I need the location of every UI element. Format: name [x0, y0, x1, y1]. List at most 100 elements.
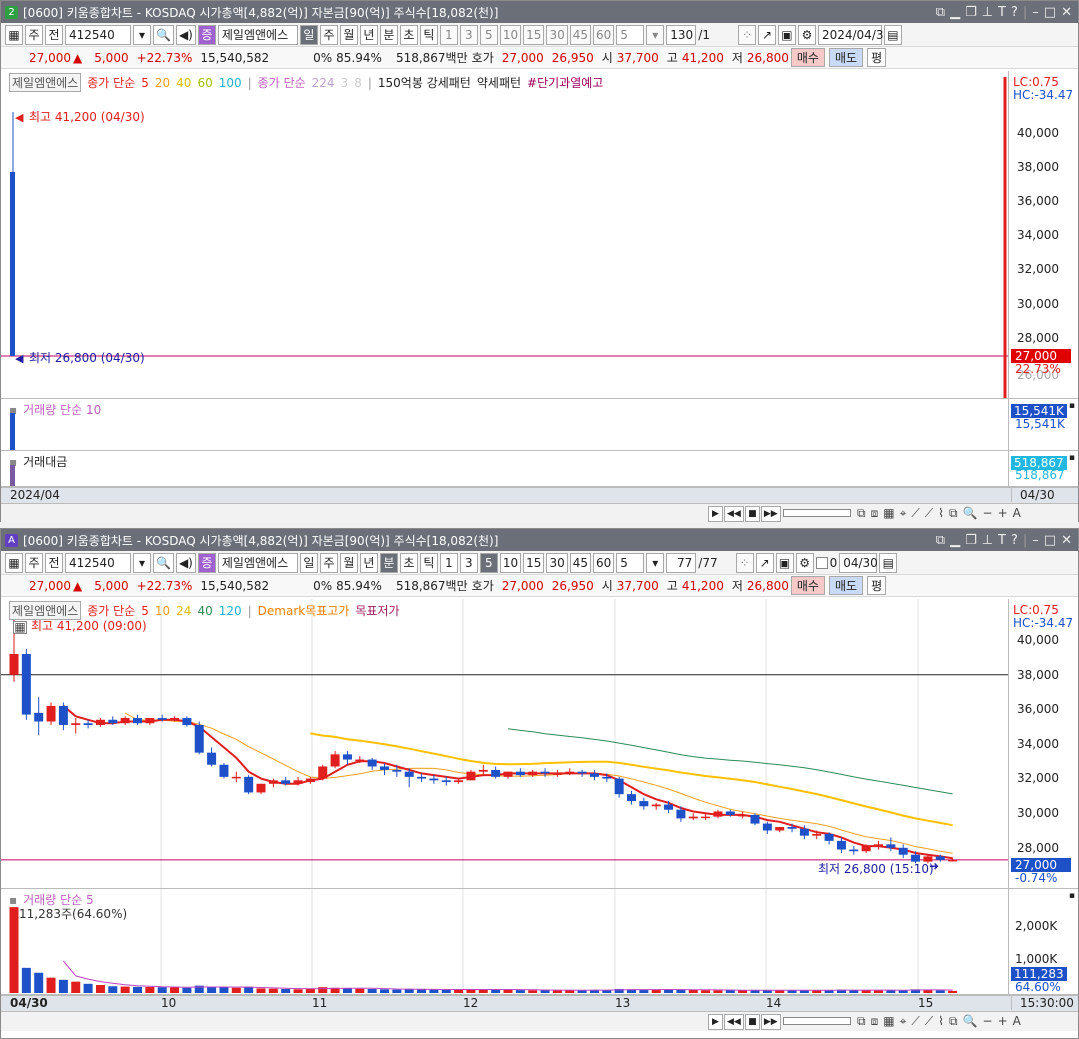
interval-10[interactable]: 10	[499, 24, 522, 45]
interval-5[interactable]: 5	[479, 24, 498, 45]
pin-icon[interactable]: ⊥	[982, 5, 993, 20]
layout-icon[interactable]: ⧉	[857, 506, 866, 521]
search-icon[interactable]: 🔍	[153, 552, 174, 573]
period-minute[interactable]: 분	[379, 24, 398, 45]
grid-icon[interactable]: ▦	[883, 1014, 894, 1029]
close-icon[interactable]: ▪	[1069, 401, 1075, 411]
interval-1[interactable]: 1	[439, 24, 458, 45]
interval-45[interactable]: 45	[569, 24, 591, 45]
interval-15[interactable]: 15	[523, 24, 545, 45]
zoom-icon[interactable]: 🔍	[963, 506, 978, 521]
speaker-icon[interactable]: ◀)	[175, 552, 196, 573]
crosshair-icon[interactable]: ⌖	[900, 506, 907, 521]
help-icon[interactable]: ?	[1011, 533, 1018, 548]
interval-45[interactable]: 45	[569, 552, 591, 573]
bar-count-input[interactable]: 130	[666, 24, 697, 45]
buy-button[interactable]: 매수	[790, 576, 825, 595]
scroll-right-icon[interactable]: ▶	[708, 505, 723, 522]
draw-icon[interactable]: ↗	[755, 552, 774, 573]
link-icon[interactable]: ⧉	[936, 5, 945, 20]
chevron-down-icon[interactable]: ▾	[646, 552, 665, 573]
line-tool-icon[interactable]: ⌇	[938, 506, 944, 521]
close-icon[interactable]: ✕	[1061, 5, 1072, 20]
window-titlebar[interactable]: A [0600] 키움종합차트 - KOSDAQ 시가총액[4,882(억)] …	[1, 529, 1078, 551]
layout-icon[interactable]: ⧉	[857, 1014, 866, 1029]
auto-icon[interactable]: A	[1013, 506, 1021, 521]
grid-icon[interactable]: ▦	[883, 506, 894, 521]
scroll-end-icon[interactable]: ▶▶	[760, 505, 781, 522]
minimize-group-icon[interactable]: ▁	[950, 5, 960, 20]
trend-icon[interactable]: ⟋	[911, 506, 919, 521]
interval-15[interactable]: 15	[523, 552, 545, 573]
maximize-icon[interactable]: □	[1044, 5, 1056, 20]
calendar-icon[interactable]: ▤	[883, 24, 902, 45]
interval-30[interactable]: 30	[546, 24, 568, 45]
stock-code-input[interactable]: 412540	[65, 24, 131, 45]
speaker-icon[interactable]: ◀)	[175, 24, 196, 45]
trend-icon[interactable]: ⟋	[925, 1014, 933, 1029]
interval-60[interactable]: 60	[593, 24, 615, 45]
font-icon[interactable]: T	[998, 5, 1006, 20]
period-year[interactable]: 년	[359, 552, 378, 573]
compare-icon[interactable]: ⁘	[737, 24, 756, 45]
period-tick[interactable]: 틱	[419, 24, 438, 45]
interval-60[interactable]: 60	[593, 552, 615, 573]
calendar-icon[interactable]: ▤	[879, 552, 898, 573]
sell-button[interactable]: 매도	[828, 576, 864, 595]
zoom-slider[interactable]	[783, 1017, 851, 1025]
price-axis[interactable]: LC:0.75 HC:-34.47 40,000 38,000 36,000 3…	[1008, 599, 1078, 888]
cascade-icon[interactable]: ❐	[965, 533, 977, 548]
period-day[interactable]: 일	[299, 24, 318, 45]
period-month[interactable]: 월	[339, 24, 358, 45]
save-icon[interactable]: ▣	[775, 552, 794, 573]
layout-icon[interactable]: ⧈	[871, 506, 879, 521]
flat-button[interactable]: 평	[867, 576, 887, 595]
pin-icon[interactable]: ⊥	[982, 533, 993, 548]
all-button[interactable]: 전	[45, 552, 63, 573]
zoom-icon[interactable]: 🔍	[963, 1014, 978, 1029]
amount-panel[interactable]: ▪ 거래대금 518,867 518,867 ▪	[1, 451, 1078, 487]
buy-button[interactable]: 매수	[790, 48, 825, 67]
flat-button[interactable]: 평	[867, 48, 887, 67]
draw-icon[interactable]: ↗	[757, 24, 776, 45]
stop-icon[interactable]: ■	[744, 1013, 760, 1030]
close-icon[interactable]: ▪	[1069, 453, 1075, 463]
copy-icon[interactable]: ⧉	[949, 1014, 958, 1029]
chevron-down-icon[interactable]: ▾	[133, 552, 151, 573]
zoom-in-icon[interactable]: +	[998, 506, 1008, 521]
date-checkbox[interactable]	[815, 556, 828, 569]
search-icon[interactable]: 🔍	[153, 24, 174, 45]
period-second[interactable]: 초	[399, 552, 418, 573]
stop-icon[interactable]: ■	[744, 505, 760, 522]
price-axis[interactable]: LC:0.75 HC:-34.47 40,000 38,000 36,000 3…	[1008, 71, 1078, 398]
period-toggle-icon[interactable]: ▦	[5, 552, 23, 573]
cascade-icon[interactable]: ❐	[965, 5, 977, 20]
stock-code-input[interactable]: 412540	[65, 552, 131, 573]
sell-button[interactable]: 매도	[828, 48, 864, 67]
interval-3[interactable]: 3	[459, 24, 478, 45]
scroll-end-icon[interactable]: ▶▶	[760, 1013, 781, 1030]
custom-interval-select[interactable]: 5	[616, 24, 645, 45]
bar-count-input[interactable]: 77	[666, 552, 697, 573]
date-input[interactable]: 2024/04/30	[817, 24, 891, 45]
zoom-in-icon[interactable]: +	[998, 1014, 1008, 1029]
scroll-right-icon[interactable]: ▶	[708, 1013, 723, 1030]
period-second[interactable]: 초	[399, 24, 418, 45]
auto-icon[interactable]: A	[1013, 1014, 1021, 1029]
layout-icon[interactable]: ⧈	[871, 1014, 879, 1029]
trend-icon[interactable]: ⟋	[925, 506, 933, 521]
custom-interval-select[interactable]: 5	[616, 552, 645, 573]
close-icon[interactable]: ✕	[1061, 533, 1072, 548]
chevron-down-icon[interactable]: ▾	[646, 24, 665, 45]
period-week[interactable]: 주	[319, 24, 338, 45]
period-tick[interactable]: 틱	[419, 552, 438, 573]
chart-scrollbar[interactable]: ▶ ◀◀ ■ ▶▶ ⧉ ⧈ ▦ ⌖ ⟋ ⟋ ⌇ ⧉ 🔍 − + A	[1, 1011, 1078, 1031]
period-day[interactable]: 일	[299, 552, 318, 573]
minimize-icon[interactable]: –	[1032, 533, 1039, 548]
price-panel[interactable]: 제일엠앤에스 종가 단순 5 10 24 40 120 | Demark목표고가…	[1, 599, 1078, 889]
interval-10[interactable]: 10	[499, 552, 522, 573]
interval-30[interactable]: 30	[546, 552, 568, 573]
period-week[interactable]: 주	[319, 552, 338, 573]
period-toggle-icon[interactable]: ▦	[5, 24, 23, 45]
compare-icon[interactable]: ⁘	[735, 552, 754, 573]
